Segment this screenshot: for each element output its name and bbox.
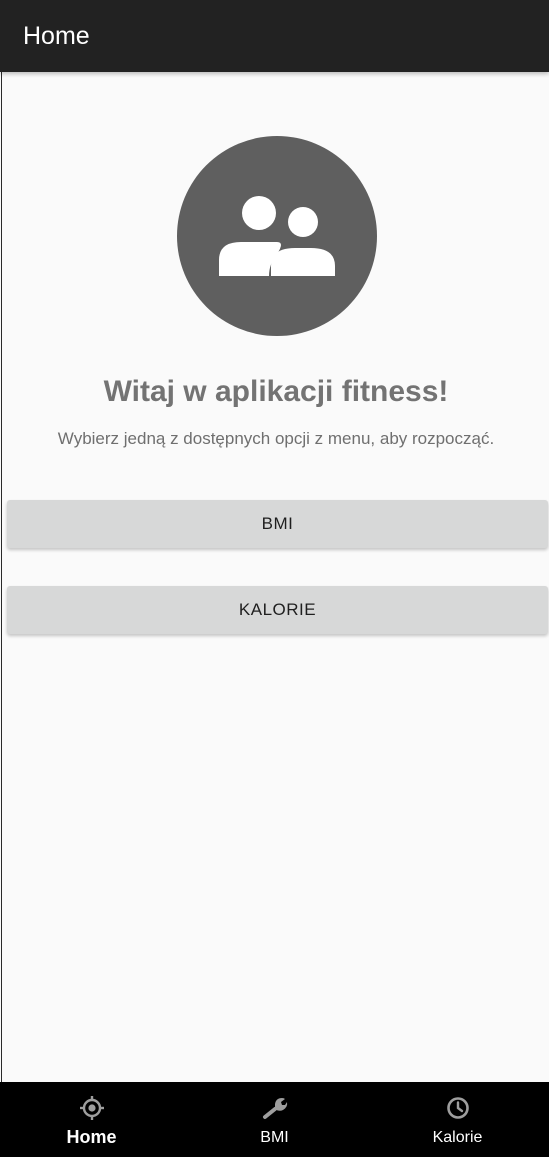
kalorie-button[interactable]: KALORIE bbox=[7, 586, 548, 634]
app-bar: Home bbox=[0, 0, 549, 72]
group-people-icon bbox=[177, 136, 377, 336]
nav-label-kalorie: Kalorie bbox=[432, 1129, 483, 1146]
bmi-button[interactable]: BMI bbox=[7, 500, 548, 548]
target-icon bbox=[79, 1096, 104, 1120]
clock-icon bbox=[446, 1097, 469, 1119]
nav-label-home: Home bbox=[66, 1127, 117, 1147]
nav-item-bmi[interactable]: BMI bbox=[183, 1082, 366, 1157]
nav-label-bmi: BMI bbox=[260, 1129, 289, 1146]
wrench-icon bbox=[262, 1098, 287, 1119]
welcome-title: Witaj w aplikacji fitness! bbox=[103, 375, 449, 408]
main-content: Witaj w aplikacji fitness! Wybierz jedną… bbox=[1, 72, 549, 1082]
bottom-navigation: Home BMI Kalorie bbox=[0, 1082, 549, 1157]
welcome-subtitle: Wybierz jedną z dostępnych opcji z menu,… bbox=[57, 429, 495, 448]
nav-item-home[interactable]: Home bbox=[0, 1082, 183, 1157]
nav-item-kalorie[interactable]: Kalorie bbox=[366, 1082, 549, 1157]
page-title: Home bbox=[23, 22, 90, 50]
